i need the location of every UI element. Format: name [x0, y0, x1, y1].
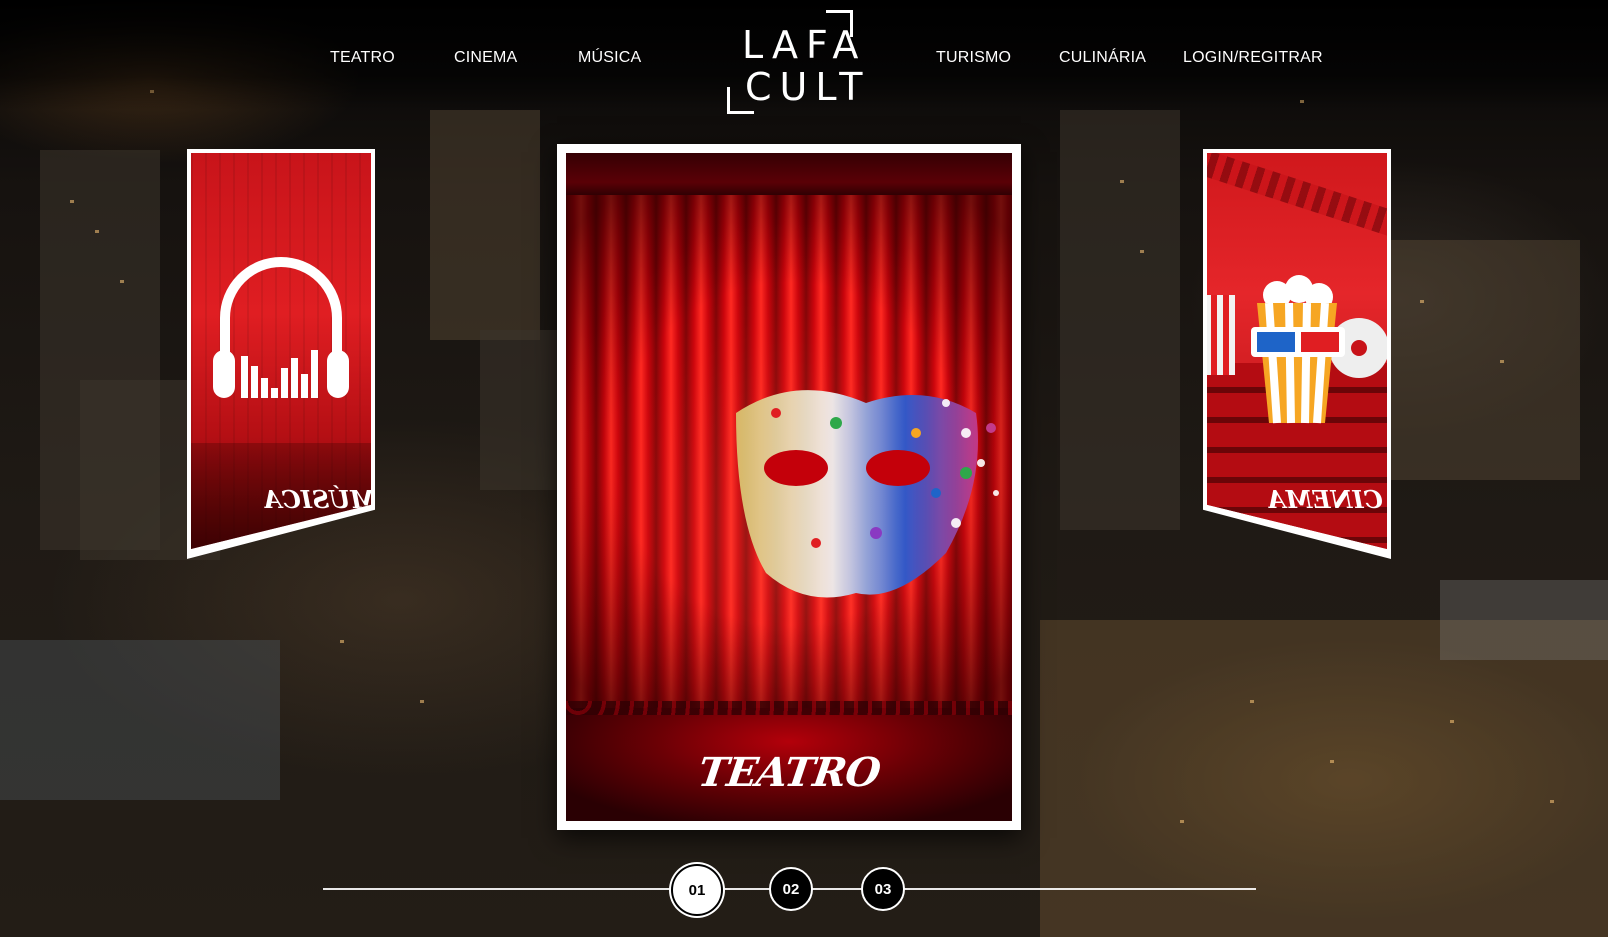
carousel-card-teatro[interactable]: TEATRO — [557, 144, 1021, 830]
pagination-dot-01[interactable]: 01 — [673, 866, 721, 914]
carousel-card-musica[interactable]: MÚSICA — [187, 149, 375, 559]
logo-text-line2: CULT — [745, 65, 871, 109]
headphones-equalizer-icon — [213, 257, 349, 398]
nav-cinema[interactable]: CINEMA — [454, 49, 517, 67]
nav-login-registrar[interactable]: LOGIN/REGITRAR — [1183, 49, 1323, 67]
card-image: TEATRO — [566, 153, 1012, 821]
nav-teatro[interactable]: TEATRO — [330, 49, 395, 67]
card-image: MÚSICA — [191, 153, 371, 549]
logo-text-line1: LAFA — [742, 23, 867, 67]
card-label-teatro: TEATRO — [695, 749, 883, 796]
pagination-dot-02[interactable]: 02 — [769, 867, 813, 911]
popcorn-3d-glasses-icon — [1207, 275, 1387, 424]
card-label-cinema: CINEMA — [1267, 485, 1383, 514]
pagination-dot-03[interactable]: 03 — [861, 867, 905, 911]
nav-turismo[interactable]: TURISMO — [936, 49, 1011, 67]
nav-musica[interactable]: MÚSICA — [578, 49, 641, 67]
card-label-musica: MÚSICA — [263, 485, 371, 514]
lafacult-logo[interactable]: LAFA CULT — [727, 10, 871, 114]
nav-culinaria[interactable]: CULINÁRIA — [1059, 49, 1146, 67]
card-image: CINEMA — [1207, 153, 1387, 549]
carnival-mask-icon — [736, 390, 999, 598]
carousel-card-cinema[interactable]: CINEMA — [1203, 149, 1391, 559]
